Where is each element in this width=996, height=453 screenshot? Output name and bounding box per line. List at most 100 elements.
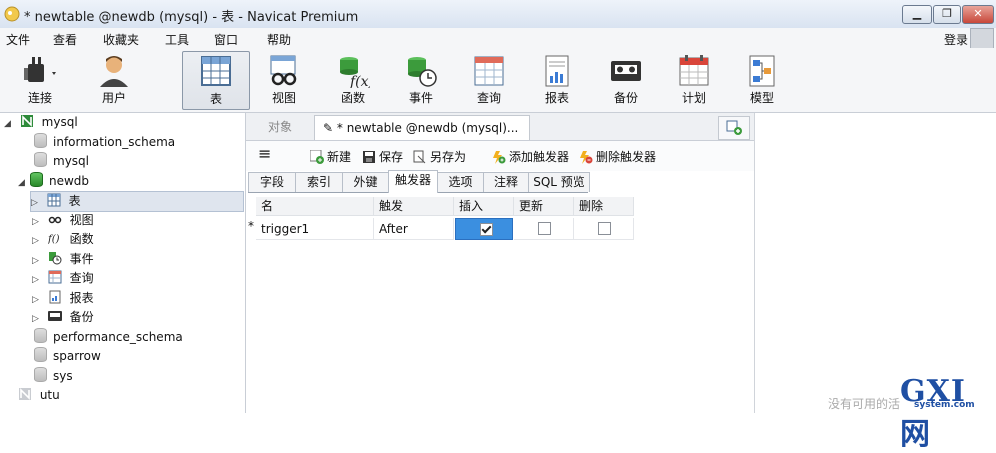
designer-toolbar: ≡ 新建 保存 另存为 添加触发器 删除触发器: [246, 141, 754, 171]
tree-item-reports[interactable]: ▷ 报表: [32, 289, 94, 308]
tree-label: 函数: [69, 232, 94, 246]
function-button[interactable]: f(x) 函数: [320, 52, 386, 108]
svg-text:f(x): f(x): [349, 74, 370, 88]
backup-button[interactable]: 备份: [593, 52, 659, 108]
new-tab-button[interactable]: [718, 116, 750, 140]
report-icon: [545, 55, 569, 87]
toolbar-label: 用户: [101, 91, 126, 105]
report-button[interactable]: 报表: [524, 52, 590, 108]
toolbar-label: 报表: [544, 91, 569, 105]
maximize-button[interactable]: ❐: [933, 5, 961, 24]
column-header-update[interactable]: 更新: [514, 197, 574, 216]
tab-objects[interactable]: 对象: [260, 115, 300, 139]
toolbar-label: 视图: [271, 91, 296, 105]
tree-db-newdb[interactable]: ◢ newdb: [18, 172, 89, 191]
column-header-fires[interactable]: 触发: [374, 197, 454, 216]
delete-trigger-label: 删除触发器: [596, 150, 657, 164]
cell-trigger-name[interactable]: trigger1: [256, 218, 374, 240]
svg-text:f(): f(): [48, 234, 60, 245]
tree-db-mysql[interactable]: mysql: [34, 152, 89, 171]
user-button[interactable]: 用户: [81, 52, 147, 108]
tree-label: newdb: [49, 174, 90, 188]
delete-checkbox[interactable]: [598, 222, 611, 235]
document-tabs: 对象 ✎ * newtable @newdb (mysql)...: [246, 113, 754, 141]
database-open-icon: [30, 172, 43, 187]
subtab-triggers[interactable]: 触发器: [388, 170, 438, 193]
save-as-button[interactable]: 另存为: [413, 148, 466, 165]
delete-trigger-button[interactable]: 删除触发器: [579, 148, 656, 165]
add-trigger-button[interactable]: 添加触发器: [492, 148, 569, 165]
subtab-sql-preview[interactable]: SQL 预览: [528, 172, 590, 192]
event-clock-icon: [408, 57, 437, 87]
toolbar-label: 备份: [613, 91, 638, 105]
tree-item-events[interactable]: ▷ 事件: [32, 250, 94, 269]
subtab-options[interactable]: 选项: [437, 172, 484, 192]
close-button[interactable]: ✕: [962, 5, 994, 24]
model-button[interactable]: 模型: [729, 52, 795, 108]
insert-checkbox[interactable]: [480, 223, 493, 236]
subtab-indexes[interactable]: 索引: [295, 172, 343, 192]
menu-view[interactable]: 查看: [53, 31, 77, 48]
menu-hamburger-icon[interactable]: ≡: [258, 144, 271, 163]
tree-item-queries[interactable]: ▷ 查询: [32, 269, 94, 288]
connection-button[interactable]: 连接: [7, 52, 73, 108]
column-header-name[interactable]: 名: [256, 197, 374, 216]
tree-label: information_schema: [53, 135, 176, 149]
new-button[interactable]: 新建: [310, 148, 351, 165]
tree-db-information-schema[interactable]: information_schema: [34, 133, 175, 152]
subtab-comment[interactable]: 注释: [483, 172, 529, 192]
column-header-insert[interactable]: 插入: [454, 197, 514, 216]
tree-label: 查询: [69, 271, 94, 285]
delete-trigger-icon: [580, 151, 593, 164]
tree-label: 视图: [69, 213, 94, 227]
tree-item-views[interactable]: ▷ 视图: [32, 211, 94, 230]
tree-db-performance-schema[interactable]: performance_schema: [34, 328, 183, 347]
expanded-arrow-icon[interactable]: ◢: [4, 115, 16, 134]
event-button[interactable]: 事件: [388, 52, 454, 108]
backup-tape-icon: [47, 311, 62, 321]
collapsed-arrow-icon[interactable]: ▷: [32, 271, 44, 290]
info-pane: [755, 113, 996, 413]
view-button[interactable]: 视图: [251, 52, 317, 108]
menu-help[interactable]: 帮助: [267, 31, 291, 48]
cell-delete[interactable]: [574, 218, 634, 240]
save-button[interactable]: 保存: [362, 148, 403, 165]
menu-tools[interactable]: 工具: [165, 31, 189, 48]
collapsed-arrow-icon[interactable]: ▷: [32, 310, 44, 329]
tree-db-sys[interactable]: sys: [34, 367, 73, 386]
calendar-icon: [679, 55, 709, 86]
logo-text: GXI网: [900, 374, 966, 452]
tree-db-sparrow[interactable]: sparrow: [34, 347, 101, 366]
view-glasses-icon: [48, 216, 62, 224]
table-button[interactable]: 表: [182, 51, 250, 110]
tab-newtable[interactable]: ✎ * newtable @newdb (mysql)...: [314, 115, 530, 140]
menu-file[interactable]: 文件: [6, 31, 30, 48]
menu-window[interactable]: 窗口: [214, 31, 238, 48]
column-header-delete[interactable]: 删除: [574, 197, 634, 216]
expanded-arrow-icon[interactable]: ◢: [18, 174, 30, 193]
query-button[interactable]: 查询: [456, 52, 522, 108]
cell-update[interactable]: [514, 218, 574, 240]
toolbar-label: 函数: [340, 91, 365, 105]
title-bar: * newtable @newdb (mysql) - 表 - Navicat …: [0, 0, 996, 29]
login-link[interactable]: 登录: [944, 31, 968, 48]
schedule-button[interactable]: 计划: [661, 52, 727, 108]
minimize-button[interactable]: ▁: [902, 5, 932, 24]
function-icon: f(): [48, 234, 60, 245]
subtab-fields[interactable]: 字段: [248, 172, 296, 192]
tree-item-functions[interactable]: ▷ f() 函数: [32, 230, 94, 249]
tree-connection-utu[interactable]: utu: [18, 386, 60, 405]
query-icon: [474, 56, 504, 86]
save-label: 保存: [379, 150, 404, 164]
cell-trigger-fires[interactable]: After: [374, 218, 454, 240]
connection-icon: [19, 388, 31, 400]
tree-connection-mysql[interactable]: ◢ mysql: [4, 113, 78, 132]
collapsed-arrow-icon[interactable]: ▷: [32, 232, 44, 251]
tree-item-tables[interactable]: ▷ 表: [30, 191, 244, 212]
update-checkbox[interactable]: [538, 222, 551, 235]
tree-item-backups[interactable]: ▷ 备份: [32, 308, 94, 327]
subtab-foreign-keys[interactable]: 外键: [342, 172, 389, 192]
cell-insert[interactable]: [455, 218, 513, 240]
menu-favorites[interactable]: 收藏夹: [103, 31, 139, 48]
table-icon: [201, 56, 231, 86]
